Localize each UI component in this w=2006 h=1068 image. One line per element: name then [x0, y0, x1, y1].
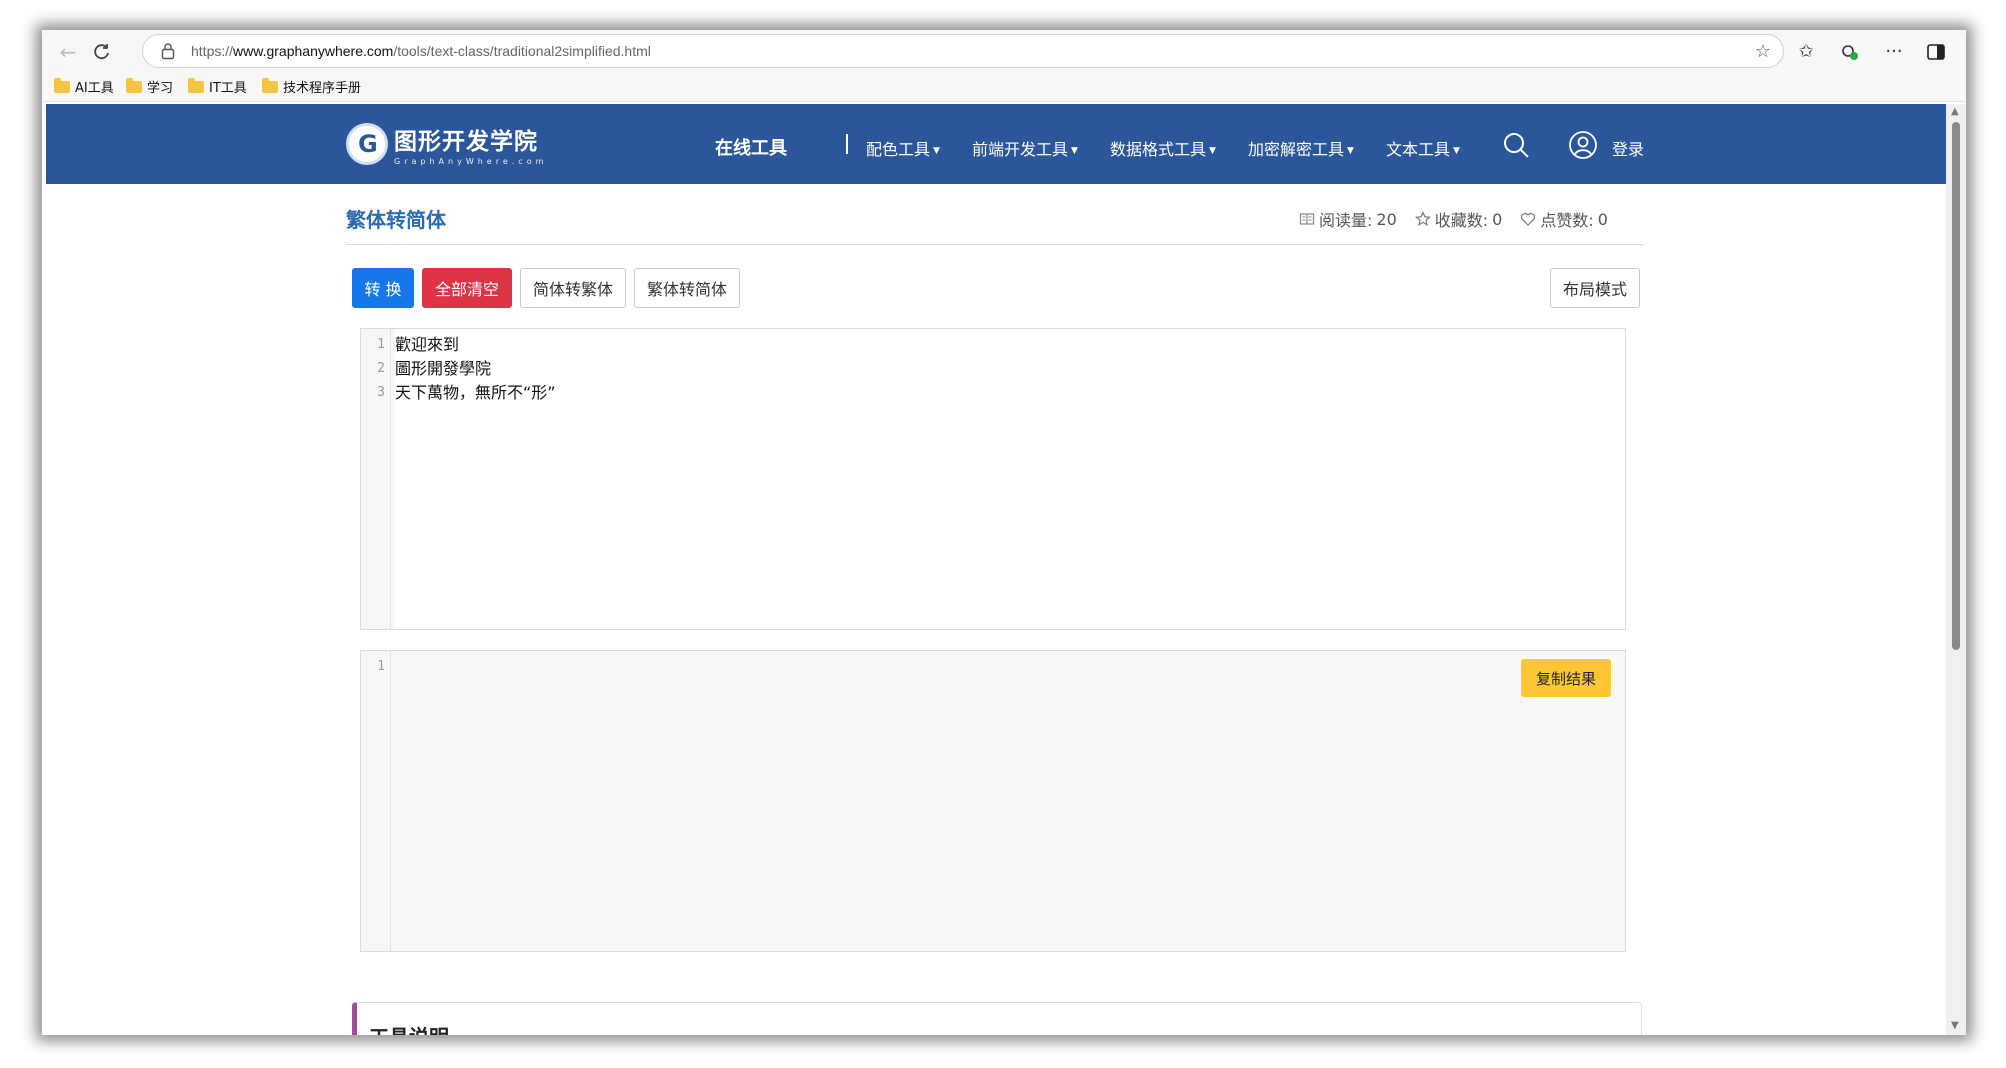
lock-icon[interactable] [161, 42, 175, 60]
caret-down-icon: ▼ [1209, 145, 1216, 156]
nav-color-tools[interactable]: 配色工具 ▼ [866, 136, 940, 160]
output-text-area[interactable] [395, 651, 1625, 951]
scroll-thumb[interactable] [1952, 122, 1960, 650]
book-icon [1299, 213, 1315, 225]
nav-text-tools[interactable]: 文本工具 ▼ [1386, 136, 1460, 160]
more-menu-icon[interactable]: ··· [1880, 38, 1908, 66]
caret-down-icon: ▼ [933, 145, 940, 156]
address-bar[interactable]: https://www.graphanywhere.com/tools/text… [142, 34, 1784, 68]
input-line[interactable]: 歡迎來到 [395, 333, 1625, 357]
line-number: 3 [377, 385, 385, 400]
user-avatar-icon[interactable] [1568, 130, 1598, 160]
line-number: 1 [377, 337, 385, 352]
description-title: 工具说明 [369, 1021, 449, 1035]
browser-window: ← https://www.graphanywhere.com/tools/te… [42, 30, 1966, 1035]
bookmark-ai-tools[interactable]: AI工具 [54, 77, 114, 96]
folder-icon [54, 77, 70, 93]
output-line[interactable] [395, 655, 1625, 679]
input-editor[interactable]: 1 2 3 歡迎來到 圖形開發學院 天下萬物，無所不“形” [360, 328, 1626, 630]
favorite-count[interactable]: 收藏数: 0 [1414, 207, 1502, 231]
folder-icon [188, 77, 204, 93]
nav-crypto-tools[interactable]: 加密解密工具 ▼ [1248, 136, 1354, 160]
input-text-area[interactable]: 歡迎來到 圖形開發學院 天下萬物，無所不“形” [395, 329, 1625, 629]
nav-frontend-tools[interactable]: 前端开发工具 ▼ [972, 136, 1078, 160]
page-scrollbar[interactable]: ▲ ▼ [1946, 104, 1966, 1035]
login-link[interactable]: 登录 [1612, 136, 1644, 160]
logo-title: 图形开发学院 [394, 129, 538, 155]
simplified-to-traditional-button[interactable]: 简体转繁体 [520, 268, 626, 308]
bookmark-tech-manual[interactable]: 技术程序手册 [262, 77, 361, 96]
web-page: 图形开发学院 GraphAnyWhere.com 在线工具 配色工具▼ 前端开发… [46, 104, 1946, 1035]
url-text[interactable]: https://www.graphanywhere.com/tools/text… [191, 43, 651, 59]
refresh-icon[interactable] [88, 38, 116, 66]
nav-online-tools[interactable]: 在线工具 [715, 134, 787, 160]
caret-down-icon: ▼ [1453, 145, 1460, 156]
input-line[interactable]: 圖形開發學院 [395, 357, 1625, 381]
scroll-up-arrow-icon[interactable]: ▲ [1951, 106, 1959, 117]
back-icon[interactable]: ← [54, 38, 82, 66]
bookmark-study[interactable]: 学习 [126, 77, 173, 96]
caret-down-icon: ▼ [1071, 145, 1078, 156]
site-logo[interactable]: 图形开发学院 GraphAnyWhere.com [346, 122, 547, 166]
output-editor[interactable]: 1 复制结果 [360, 650, 1626, 952]
input-line[interactable]: 天下萬物，無所不“形” [395, 381, 1625, 405]
layout-mode-button[interactable]: 布局模式 [1550, 268, 1640, 308]
scroll-down-arrow-icon[interactable]: ▼ [1951, 1020, 1959, 1031]
favorites-list-icon[interactable]: ✩ [1792, 38, 1820, 66]
copy-result-button[interactable]: 复制结果 [1521, 659, 1611, 697]
input-line-gutter: 1 2 3 [361, 329, 391, 629]
nav-separator [846, 134, 848, 154]
like-count[interactable]: 点赞数: 0 [1520, 207, 1608, 231]
favorite-star-icon[interactable]: ☆ [1755, 41, 1771, 62]
folder-icon [126, 77, 142, 93]
extension-icon[interactable] [1836, 38, 1864, 66]
traditional-to-simplified-button[interactable]: 繁体转简体 [634, 268, 740, 308]
read-count: 阅读量: 20 [1299, 207, 1397, 231]
heart-icon[interactable] [1520, 211, 1536, 227]
star-icon[interactable] [1414, 211, 1431, 227]
bookmarks-bar: AI工具 学习 IT工具 技术程序手册 [42, 72, 1966, 102]
logo-icon [346, 123, 388, 165]
folder-icon [262, 77, 278, 93]
line-number: 2 [377, 361, 385, 376]
title-divider [346, 244, 1644, 245]
tool-description-panel: 工具说明 [352, 1002, 1642, 1035]
output-line-gutter: 1 [361, 651, 391, 951]
browser-toolbar: ← https://www.graphanywhere.com/tools/te… [42, 30, 1966, 72]
nav-data-format-tools[interactable]: 数据格式工具 ▼ [1110, 136, 1216, 160]
caret-down-icon: ▼ [1347, 145, 1354, 156]
page-title: 繁体转简体 [346, 208, 446, 232]
stats-bar: 阅读量: 20 收藏数: 0 点赞数: 0 [1299, 207, 1608, 231]
convert-button[interactable]: 转 换 [352, 268, 414, 308]
site-header: 图形开发学院 GraphAnyWhere.com 在线工具 配色工具▼ 前端开发… [46, 104, 1946, 184]
line-number: 1 [377, 659, 385, 674]
search-icon[interactable] [1502, 131, 1530, 159]
sidebar-toggle-icon[interactable] [1922, 38, 1950, 66]
logo-subtitle: GraphAnyWhere.com [394, 157, 548, 166]
clear-all-button[interactable]: 全部清空 [422, 268, 512, 308]
bookmark-it-tools[interactable]: IT工具 [188, 77, 247, 96]
